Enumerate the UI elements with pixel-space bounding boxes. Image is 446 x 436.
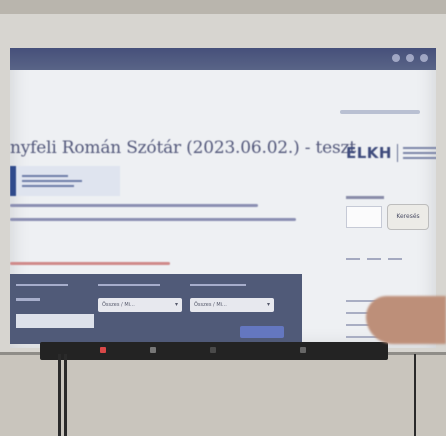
chevron-down-icon: ▾ bbox=[174, 301, 178, 308]
sidebar-link[interactable] bbox=[346, 258, 360, 260]
browser-top-bar bbox=[10, 48, 436, 70]
logo-divider bbox=[396, 144, 398, 162]
description-line bbox=[10, 218, 296, 221]
elkh-logo[interactable]: ELKH bbox=[346, 144, 436, 162]
filter-label bbox=[16, 284, 68, 286]
cable bbox=[414, 354, 416, 436]
notice-link[interactable] bbox=[10, 262, 170, 265]
red-marker-slot[interactable] bbox=[100, 347, 106, 353]
search-button[interactable]: Keresés bbox=[387, 204, 429, 230]
filter-panel: Összes / Mi... ▾ Összes / Mi... ▾ bbox=[10, 274, 302, 344]
filter-text-input[interactable] bbox=[16, 314, 94, 328]
bell-icon[interactable] bbox=[392, 54, 400, 62]
sidebar-link[interactable] bbox=[367, 258, 381, 260]
cable bbox=[64, 354, 67, 436]
description-line bbox=[10, 204, 258, 207]
filter-select-value: Összes / Mi... bbox=[194, 302, 227, 308]
breadcrumb[interactable] bbox=[340, 110, 420, 114]
filter-select-value: Összes / Mi... bbox=[102, 302, 135, 308]
sidebar-links bbox=[346, 258, 402, 260]
logo-text: ELKH bbox=[346, 144, 392, 162]
page-title: nyfeli Román Szótár (2023.06.02.) - tesz… bbox=[10, 138, 356, 158]
chevron-down-icon: ▾ bbox=[266, 301, 270, 308]
cable bbox=[58, 354, 61, 436]
apply-filter-button[interactable] bbox=[240, 326, 284, 338]
filter-select-1[interactable]: Összes / Mi... ▾ bbox=[98, 298, 182, 312]
eraser-slot[interactable] bbox=[210, 347, 216, 353]
presenter-hand bbox=[366, 296, 446, 344]
user-icon[interactable] bbox=[406, 54, 414, 62]
filter-sublabel bbox=[16, 298, 40, 301]
pen-tray bbox=[40, 342, 388, 360]
marker-slot[interactable] bbox=[150, 347, 156, 353]
filter-label bbox=[190, 284, 246, 286]
search-label bbox=[346, 196, 384, 199]
marker-slot[interactable] bbox=[300, 347, 306, 353]
logo-subtitle bbox=[402, 147, 436, 159]
filter-label bbox=[98, 284, 160, 286]
search-input[interactable] bbox=[346, 206, 382, 228]
filter-select-2[interactable]: Összes / Mi... ▾ bbox=[190, 298, 274, 312]
partner-logo bbox=[10, 166, 120, 196]
menu-icon[interactable] bbox=[420, 54, 428, 62]
sidebar-link[interactable] bbox=[388, 258, 402, 260]
